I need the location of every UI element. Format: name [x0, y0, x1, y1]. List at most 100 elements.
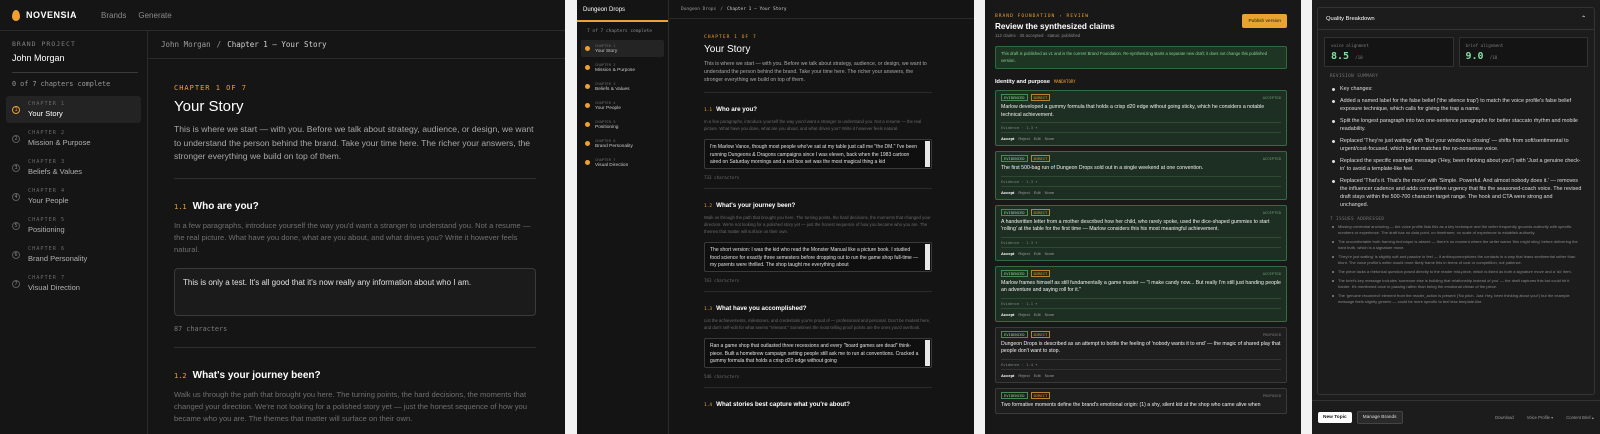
- nav-brands[interactable]: Brands: [101, 11, 126, 20]
- action-edit-button[interactable]: Edit: [1034, 373, 1041, 378]
- question-number: 1.4: [704, 403, 713, 408]
- question-title: Who are you?: [192, 200, 259, 212]
- sidebar-item-chapter-1[interactable]: 1 CHAPTER 1 Your Story: [6, 96, 141, 123]
- action-reject-button[interactable]: Reject: [1018, 251, 1029, 256]
- issue-item: The 'genuine reconnect' element from the…: [1332, 293, 1582, 305]
- change-text: Replaced 'They're just waiting' with 'Bu…: [1340, 138, 1569, 152]
- issue-item: Missing credential anchoring — the voice…: [1332, 224, 1582, 236]
- chapter-of: CHAPTER 1 OF 7: [704, 35, 757, 40]
- direct-badge: DIRECT: [1030, 330, 1051, 338]
- sidebar-item-chapter-7[interactable]: 7 CHAPTER 7 Visual Direction: [6, 270, 141, 297]
- mandatory-badge: MANDATORY: [1054, 79, 1076, 84]
- claim-text: Two formative moments define the brand's…: [1001, 401, 1261, 408]
- claim-text: Marlow frames himself as still fundament…: [1001, 279, 1281, 294]
- status-badge: PROPOSED: [1262, 392, 1281, 398]
- divider: [704, 188, 932, 189]
- action-none-button[interactable]: None: [1045, 373, 1055, 378]
- action-accept-button[interactable]: Accept: [1001, 136, 1014, 141]
- action-reject-button[interactable]: Reject: [1018, 136, 1029, 141]
- answer-textarea[interactable]: The short version: I was the kid who rea…: [704, 242, 932, 272]
- answer-text: The short version: I was the kid who rea…: [710, 247, 919, 268]
- chapter-count: 7 of 7 chapters complete: [587, 29, 653, 34]
- bullet-icon: [1332, 280, 1334, 282]
- check-icon: [585, 122, 590, 127]
- evidenced-badge: EVIDENCED: [1001, 269, 1028, 277]
- chapter-name: Brand Personality: [595, 144, 633, 149]
- status-badge: ACCEPTED: [1262, 156, 1281, 161]
- action-edit-button[interactable]: Edit: [1034, 251, 1041, 256]
- download-link[interactable]: Download: [1495, 415, 1514, 420]
- change-item: Replaced 'They're just waiting' with 'Bu…: [1332, 137, 1582, 153]
- claims-status: 112 claims · 35 accepted · status: publi…: [995, 33, 1081, 38]
- sidebar-item-chapter-6[interactable]: CHAPTER 6 Brand Personality: [581, 135, 664, 152]
- card-header[interactable]: Quality Breakdown ⌃: [1318, 8, 1594, 30]
- answer-textarea[interactable]: This is only a test. It's all good that …: [174, 267, 536, 316]
- action-none-button[interactable]: None: [1045, 190, 1055, 195]
- score-value: 9.0 /10: [1465, 51, 1498, 62]
- section-title: Identity and purpose: [995, 79, 1051, 85]
- divider: [704, 387, 932, 388]
- gap: [1301, 0, 1312, 434]
- sidebar-item-chapter-3[interactable]: CHAPTER 3 Beliefs & Values: [581, 78, 664, 95]
- evidence-toggle[interactable]: Evidence · 1.3 ▾: [1001, 122, 1281, 133]
- action-reject-button[interactable]: Reject: [1018, 312, 1029, 317]
- action-edit-button[interactable]: Edit: [1034, 136, 1041, 141]
- action-reject-button[interactable]: Reject: [1018, 373, 1029, 378]
- nav-generate[interactable]: Generate: [138, 11, 171, 20]
- manage-brands-button[interactable]: Manage Brands: [1356, 411, 1403, 424]
- sidebar-item-chapter-2[interactable]: 2 CHAPTER 2 Mission & Purpose: [6, 125, 141, 152]
- sidebar-item-chapter-2[interactable]: CHAPTER 2 Mission & Purpose: [581, 59, 664, 76]
- brand-name[interactable]: Dungeon Drops: [577, 0, 668, 22]
- question-title: Who are you?: [716, 106, 758, 113]
- action-none-button[interactable]: None: [1045, 136, 1055, 141]
- sidebar-item-chapter-4[interactable]: 4 CHAPTER 4 Your People: [6, 183, 141, 210]
- claim-actions: Accept Reject Edit None: [1001, 136, 1281, 141]
- sidebar-item-chapter-5[interactable]: 5 CHAPTER 5 Positioning: [6, 212, 141, 239]
- scrollbar[interactable]: [925, 340, 930, 366]
- action-accept-button[interactable]: Accept: [1001, 373, 1014, 378]
- answer-textarea[interactable]: I'm Marlow Vance, though most people who…: [704, 139, 932, 169]
- sidebar-item-chapter-1[interactable]: CHAPTER 1 Your Story: [581, 40, 664, 57]
- evidence-toggle[interactable]: Evidence · 1.1 ▾: [1001, 297, 1281, 309]
- evidence-toggle[interactable]: Evidence · 1.3 ▾: [1001, 236, 1281, 248]
- breadcrumb: BRAND FOUNDATION › REVIEW: [995, 14, 1090, 19]
- sidebar-item-chapter-5[interactable]: CHAPTER 5 Positioning: [581, 116, 664, 133]
- sidebar-item-chapter-7[interactable]: CHAPTER 7 Visual Direction: [581, 154, 664, 171]
- action-accept-button[interactable]: Accept: [1001, 190, 1014, 195]
- answer-textarea[interactable]: Ran a game shop that outlasted three rec…: [704, 338, 932, 368]
- new-topic-button[interactable]: New Topic: [1318, 412, 1352, 423]
- issue-text: The brief's key message includes 'someon…: [1338, 278, 1570, 289]
- issue-item: The brief's key message includes 'someon…: [1332, 278, 1582, 290]
- evidence-toggle[interactable]: Evidence · 1.3 ▾: [1001, 175, 1281, 187]
- scrollbar[interactable]: [925, 244, 930, 270]
- flame-icon: [12, 9, 20, 21]
- crumb-project[interactable]: John Morgan: [161, 40, 211, 49]
- page-title: Your Story: [174, 98, 244, 115]
- chapter-name: Mission & Purpose: [28, 138, 91, 147]
- action-accept-button[interactable]: Accept: [1001, 251, 1014, 256]
- action-accept-button[interactable]: Accept: [1001, 312, 1014, 317]
- logo[interactable]: NOVENSIA: [12, 9, 77, 21]
- sidebar-item-chapter-6[interactable]: 6 CHAPTER 6 Brand Personality: [6, 241, 141, 268]
- publish-button[interactable]: Publish version: [1242, 14, 1287, 28]
- status-badge: ACCEPTED: [1262, 95, 1281, 100]
- action-edit-button[interactable]: Edit: [1034, 312, 1041, 317]
- crumb-project[interactable]: Dungeon Drops: [681, 7, 716, 12]
- sidebar-item-chapter-4[interactable]: CHAPTER 4 Your People: [581, 97, 664, 114]
- chapter-tag: CHAPTER 4: [28, 188, 66, 194]
- issue-text: The uncomfortable truth framing techniqu…: [1338, 239, 1578, 250]
- content-brief-dropdown[interactable]: Content Brief ▴: [1566, 415, 1594, 420]
- chevron-up-icon[interactable]: ⌃: [1581, 16, 1586, 22]
- action-edit-button[interactable]: Edit: [1034, 190, 1041, 195]
- scrollbar[interactable]: [925, 141, 930, 167]
- action-reject-button[interactable]: Reject: [1018, 190, 1029, 195]
- answer-text: I'm Marlow Vance, though most people who…: [710, 144, 917, 165]
- score-label: voice alignment: [1331, 43, 1369, 48]
- action-none-button[interactable]: None: [1045, 251, 1055, 256]
- evidence-toggle[interactable]: Evidence · 1.4 ▾: [1001, 358, 1281, 370]
- sidebar-item-chapter-3[interactable]: 3 CHAPTER 3 Beliefs & Values: [6, 154, 141, 181]
- voice-profile-dropdown[interactable]: Voice Profile ▾: [1527, 415, 1554, 420]
- chapter-sidebar: Dungeon Drops 7 of 7 chapters complete C…: [577, 0, 669, 434]
- action-none-button[interactable]: None: [1045, 312, 1055, 317]
- claim-card: EVIDENCED DIRECT ACCEPTED A handwritten let…: [995, 204, 1287, 261]
